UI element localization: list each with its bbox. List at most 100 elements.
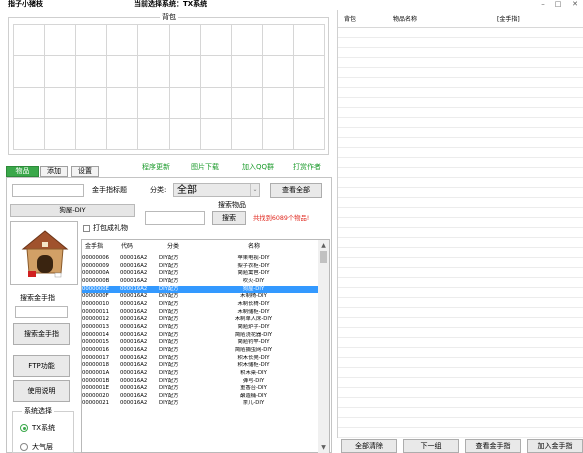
table-row[interactable]: 00000018 000016A2 DIY配方 积木储柜-DIY <box>82 362 318 370</box>
backpack-slot[interactable] <box>293 118 325 150</box>
radio-tx-system[interactable] <box>20 424 28 432</box>
search-gold-button[interactable]: 搜索金手指 <box>13 323 70 345</box>
table-row[interactable]: 00000016 000016A2 DIY配方 简陋捕虫网-DIY <box>82 347 318 355</box>
close-button[interactable]: ✕ <box>567 0 583 9</box>
clear-all-button[interactable]: 全部清除 <box>341 439 397 453</box>
chevron-down-icon[interactable]: ⌄ <box>250 184 259 196</box>
backpack-slot[interactable] <box>262 25 294 57</box>
backpack-slot[interactable] <box>262 87 294 119</box>
scroll-up-icon[interactable]: ▲ <box>318 241 329 250</box>
table-row[interactable]: 00000020 000016A2 DIY配方 酿造桶-DIY <box>82 393 318 401</box>
search-items-input[interactable] <box>145 211 205 225</box>
right-column-header-gold[interactable]: [金手指] <box>497 15 520 24</box>
backpack-slot[interactable] <box>262 118 294 150</box>
backpack-slot[interactable] <box>107 87 139 119</box>
table-row[interactable]: 00000014 000016A2 DIY配方 简陋浇花器-DIY <box>82 332 318 340</box>
help-button[interactable]: 使用说明 <box>13 380 70 402</box>
table-row[interactable]: 00000010 000016A2 DIY配方 木制长椅-DIY <box>82 301 318 309</box>
ftp-button[interactable]: FTP功能 <box>13 355 70 377</box>
column-header-category[interactable]: 分类 <box>167 242 179 251</box>
backpack-slot[interactable] <box>200 118 232 150</box>
backpack-slot[interactable] <box>169 118 201 150</box>
column-header-name[interactable]: 名称 <box>248 242 260 251</box>
backpack-slot[interactable] <box>14 25 46 57</box>
backpack-slot[interactable] <box>45 25 77 57</box>
backpack-slot[interactable] <box>76 87 108 119</box>
maximize-button[interactable]: □ <box>550 0 566 9</box>
view-all-button[interactable]: 查看全部 <box>270 183 322 198</box>
backpack-slot[interactable] <box>45 87 77 119</box>
add-gold-button[interactable]: 加入金手指 <box>527 439 583 453</box>
backpack-slot[interactable] <box>231 56 263 88</box>
backpack-slot[interactable] <box>45 118 77 150</box>
table-row[interactable]: 0000000A 000016A2 DIY配方 简陋篱笆-DIY <box>82 270 318 278</box>
backpack-slot[interactable] <box>107 56 139 88</box>
table-row[interactable]: 0000001B 000016A2 DIY配方 弹弓-DIY <box>82 378 318 386</box>
tab-items[interactable]: 物品 <box>6 166 39 177</box>
item-code-cell: 000016A2 <box>120 354 148 361</box>
next-group-button[interactable]: 下一组 <box>403 439 459 453</box>
backpack-slot[interactable] <box>45 56 77 88</box>
search-items-button[interactable]: 搜索 <box>212 211 246 225</box>
backpack-slot[interactable] <box>231 118 263 150</box>
view-gold-button[interactable]: 查看金手指 <box>465 439 521 453</box>
table-row[interactable]: 00000013 000016A2 DIY配方 简陋炉子-DIY <box>82 324 318 332</box>
backpack-slot[interactable] <box>231 87 263 119</box>
backpack-slot[interactable] <box>169 25 201 57</box>
backpack-slot[interactable] <box>169 56 201 88</box>
backpack-slot[interactable] <box>262 56 294 88</box>
backpack-slot[interactable] <box>76 118 108 150</box>
table-row[interactable]: 0000001A 000016A2 DIY配方 积木桌-DIY <box>82 370 318 378</box>
backpack-slot[interactable] <box>138 25 170 57</box>
table-row[interactable]: 0000000B 000016A2 DIY配方 吹火-DIY <box>82 278 318 286</box>
backpack-slot[interactable] <box>293 87 325 119</box>
item-code-cell: 000016A2 <box>120 400 148 407</box>
backpack-slot[interactable] <box>200 87 232 119</box>
table-row[interactable]: 00000021 000016A2 DIY配方 茶几-DIY <box>82 400 318 408</box>
table-row[interactable]: 0000000E 000016A2 DIY配方 狗屋-DIY <box>82 285 318 294</box>
scroll-down-icon[interactable]: ▼ <box>318 443 329 452</box>
table-row[interactable]: 0000001E 000016A2 DIY配方 重香台-DIY <box>82 385 318 393</box>
backpack-slot[interactable] <box>138 56 170 88</box>
backpack-slot[interactable] <box>14 118 46 150</box>
table-row[interactable]: 00000015 000016A2 DIY配方 简陋钓竿-DIY <box>82 339 318 347</box>
table-row[interactable]: 00000006 000016A2 DIY配方 苹果电视-DIY <box>82 255 318 263</box>
table-row[interactable]: 0000000F 000016A2 DIY配方 木制椅-DIY <box>82 293 318 301</box>
backpack-slot[interactable] <box>200 25 232 57</box>
right-column-header-name[interactable]: 物品名称 <box>393 15 417 24</box>
pack-gift-checkbox[interactable] <box>83 225 90 232</box>
backpack-slot[interactable] <box>293 25 325 57</box>
table-row[interactable]: 00000009 000016A2 DIY配方 梨子衣柜-DIY <box>82 263 318 271</box>
join-qq-link[interactable]: 加入QQ群 <box>242 163 274 172</box>
scrollbar-thumb[interactable] <box>320 251 327 263</box>
backpack-slot[interactable] <box>76 25 108 57</box>
backpack-slot[interactable] <box>200 56 232 88</box>
tab-settings[interactable]: 设置 <box>71 166 99 177</box>
search-gold-input[interactable] <box>15 306 68 318</box>
backpack-slot[interactable] <box>138 87 170 119</box>
tip-author-link[interactable]: 打赏作者 <box>293 163 321 172</box>
table-row[interactable]: 00000011 000016A2 DIY配方 木制储柜-DIY <box>82 309 318 317</box>
minimize-button[interactable]: – <box>535 0 551 9</box>
table-row[interactable]: 00000017 000016A2 DIY配方 积木长凳-DIY <box>82 355 318 363</box>
column-header-code[interactable]: 代码 <box>121 242 133 251</box>
gold-title-search-input[interactable] <box>12 184 84 197</box>
backpack-slot[interactable] <box>14 87 46 119</box>
backpack-slot[interactable] <box>169 87 201 119</box>
backpack-slot[interactable] <box>14 56 46 88</box>
item-table-scrollbar[interactable]: ▲ ▼ <box>318 240 329 453</box>
category-select[interactable]: 全部 ⌄ <box>173 183 260 197</box>
table-row[interactable]: 00000012 000016A2 DIY配方 木制单人床-DIY <box>82 316 318 324</box>
backpack-slot[interactable] <box>293 56 325 88</box>
backpack-slot[interactable] <box>107 118 139 150</box>
program-update-link[interactable]: 程序更新 <box>142 163 170 172</box>
backpack-slot[interactable] <box>107 25 139 57</box>
tab-add[interactable]: 添加 <box>40 166 68 177</box>
radio-other-system[interactable] <box>20 443 28 451</box>
backpack-slot[interactable] <box>138 118 170 150</box>
column-header-gold[interactable]: 金手指 <box>85 242 103 251</box>
image-download-link[interactable]: 图片下载 <box>191 163 219 172</box>
right-column-header-backpack[interactable]: 背包 <box>344 15 356 24</box>
backpack-slot[interactable] <box>231 25 263 57</box>
backpack-slot[interactable] <box>76 56 108 88</box>
